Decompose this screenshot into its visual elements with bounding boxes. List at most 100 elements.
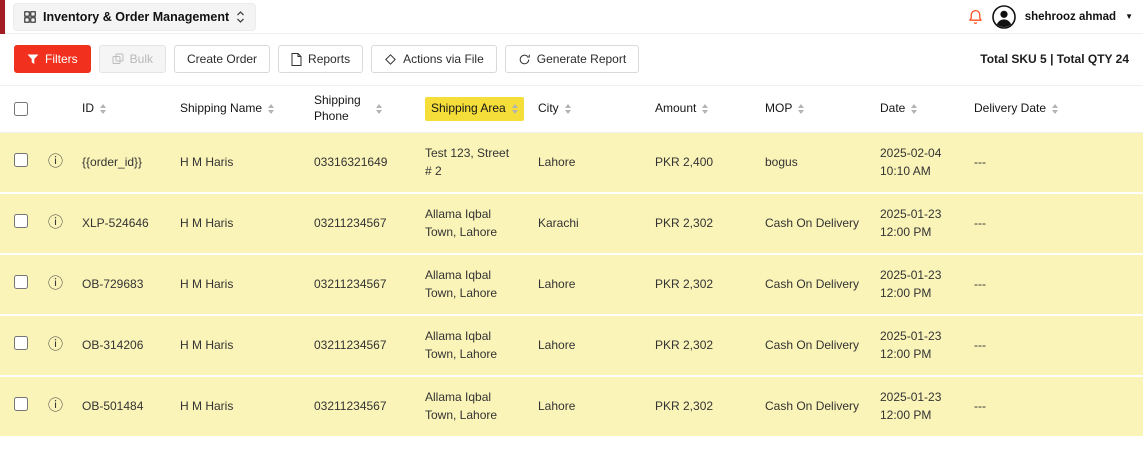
reports-button-label: Reports [308,52,350,66]
row-checkbox[interactable] [14,153,28,167]
notification-bell-icon[interactable] [968,9,983,25]
row-info-cell: ⓘ [48,154,82,171]
column-header-mop[interactable]: MOP [765,101,880,117]
cell-amount: PKR 2,400 [655,154,765,171]
column-header-shipping-area[interactable]: Shipping Area [425,97,538,121]
cell-date: 2025-02-04 10:10 AM [880,145,974,180]
filters-button[interactable]: Filters [14,45,91,73]
table-row[interactable]: ⓘ OB-729683 H M Haris 03211234567 Allama… [0,255,1143,314]
sort-icon[interactable] [100,104,106,114]
row-checkbox[interactable] [14,397,28,411]
app-switcher[interactable]: Inventory & Order Management [13,3,256,31]
table-row[interactable]: ⓘ OB-314206 H M Haris 03211234567 Allama… [0,316,1143,375]
row-checkbox[interactable] [14,214,28,228]
actions-via-file-button[interactable]: Actions via File [371,45,497,73]
cell-mop: Cash On Delivery [765,398,880,415]
cell-id: OB-501484 [82,398,180,415]
info-icon[interactable]: ⓘ [48,153,63,170]
cell-shipping-area: Allama Iqbal Town, Lahore [425,389,521,424]
column-header-shipping-phone[interactable]: Shipping Phone [314,93,425,124]
user-name: shehrooz ahmad [1025,11,1116,23]
cell-mop: Cash On Delivery [765,215,880,232]
row-checkbox-cell [14,153,48,172]
cell-shipping-phone: 03211234567 [314,276,425,293]
sort-icon[interactable] [702,104,708,114]
table-row[interactable]: ⓘ {{order_id}} H M Haris 03316321649 Tes… [0,133,1143,192]
cell-city: Lahore [538,154,655,171]
sort-icon[interactable] [1052,104,1058,114]
cell-shipping-name: H M Haris [180,276,314,293]
column-header-delivery-date[interactable]: Delivery Date [974,101,1143,117]
column-header-amount[interactable]: Amount [655,101,765,117]
column-header-city[interactable]: City [538,101,655,117]
sort-icon[interactable] [512,104,518,114]
info-icon[interactable]: ⓘ [48,397,63,414]
info-icon[interactable]: ⓘ [48,214,63,231]
cell-amount: PKR 2,302 [655,215,765,232]
cell-id: OB-314206 [82,337,180,354]
row-info-cell: ⓘ [48,276,82,293]
row-checkbox-cell [14,397,48,416]
column-header-date[interactable]: Date [880,101,974,117]
info-icon[interactable]: ⓘ [48,275,63,292]
create-order-button-label: Create Order [187,52,257,66]
row-checkbox[interactable] [14,336,28,350]
generate-report-button[interactable]: Generate Report [505,45,639,73]
sort-icon[interactable] [911,104,917,114]
cell-shipping-name: H M Haris [180,398,314,415]
cell-amount: PKR 2,302 [655,276,765,293]
cell-delivery-date: --- [974,215,1143,232]
reports-file-icon [291,53,302,66]
user-menu-caret-icon[interactable]: ▼ [1125,12,1133,21]
cell-amount: PKR 2,302 [655,337,765,354]
cell-delivery-date: --- [974,276,1143,293]
highlighted-column-label: Shipping Area [425,97,524,121]
totals-summary: Total SKU 5 | Total QTY 24 [980,52,1129,66]
row-checkbox[interactable] [14,275,28,289]
cell-date: 2025-01-23 12:00 PM [880,389,974,424]
cell-date: 2025-01-23 12:00 PM [880,206,974,241]
row-info-cell: ⓘ [48,337,82,354]
cell-mop: Cash On Delivery [765,276,880,293]
cell-city: Lahore [538,337,655,354]
generate-report-button-label: Generate Report [537,52,626,66]
bulk-button[interactable]: Bulk [99,45,166,73]
cell-shipping-phone: 03316321649 [314,154,425,171]
reports-button[interactable]: Reports [278,45,363,73]
cell-city: Karachi [538,215,655,232]
toolbar: Filters Bulk Create Order Reports Action… [14,45,1129,73]
cell-shipping-name: H M Haris [180,337,314,354]
cell-delivery-date: --- [974,337,1143,354]
cell-shipping-area: Allama Iqbal Town, Lahore [425,328,521,363]
cell-date: 2025-01-23 12:00 PM [880,267,974,302]
sort-icon[interactable] [376,104,382,114]
row-info-cell: ⓘ [48,398,82,415]
column-header-shipping-name[interactable]: Shipping Name [180,101,314,117]
actions-via-file-icon [384,53,397,66]
grid-icon [24,11,36,23]
topbar: Inventory & Order Management shehrooz ah… [0,0,1143,34]
page-title: Inventory & Order Management [43,10,229,24]
row-checkbox-cell [14,336,48,355]
filters-button-label: Filters [45,52,78,66]
column-header-id[interactable]: ID [82,101,180,117]
cell-delivery-date: --- [974,398,1143,415]
cell-shipping-area: Allama Iqbal Town, Lahore [425,267,521,302]
cell-shipping-phone: 03211234567 [314,337,425,354]
sort-icon[interactable] [798,104,804,114]
cell-id: OB-729683 [82,276,180,293]
filter-icon [27,54,39,65]
table-row[interactable]: ⓘ OB-501484 H M Haris 03211234567 Allama… [0,377,1143,436]
actions-via-file-button-label: Actions via File [403,52,484,66]
cell-shipping-phone: 03211234567 [314,215,425,232]
select-all-checkbox[interactable] [14,102,28,116]
bulk-button-label: Bulk [130,52,153,66]
orders-table: ID Shipping Name Shipping Phone Shipping… [0,85,1143,436]
info-icon[interactable]: ⓘ [48,336,63,353]
sort-icon[interactable] [268,104,274,114]
cell-id: XLP-524646 [82,215,180,232]
avatar[interactable] [992,5,1016,29]
sort-icon[interactable] [565,104,571,114]
create-order-button[interactable]: Create Order [174,45,270,73]
table-row[interactable]: ⓘ XLP-524646 H M Haris 03211234567 Allam… [0,194,1143,253]
